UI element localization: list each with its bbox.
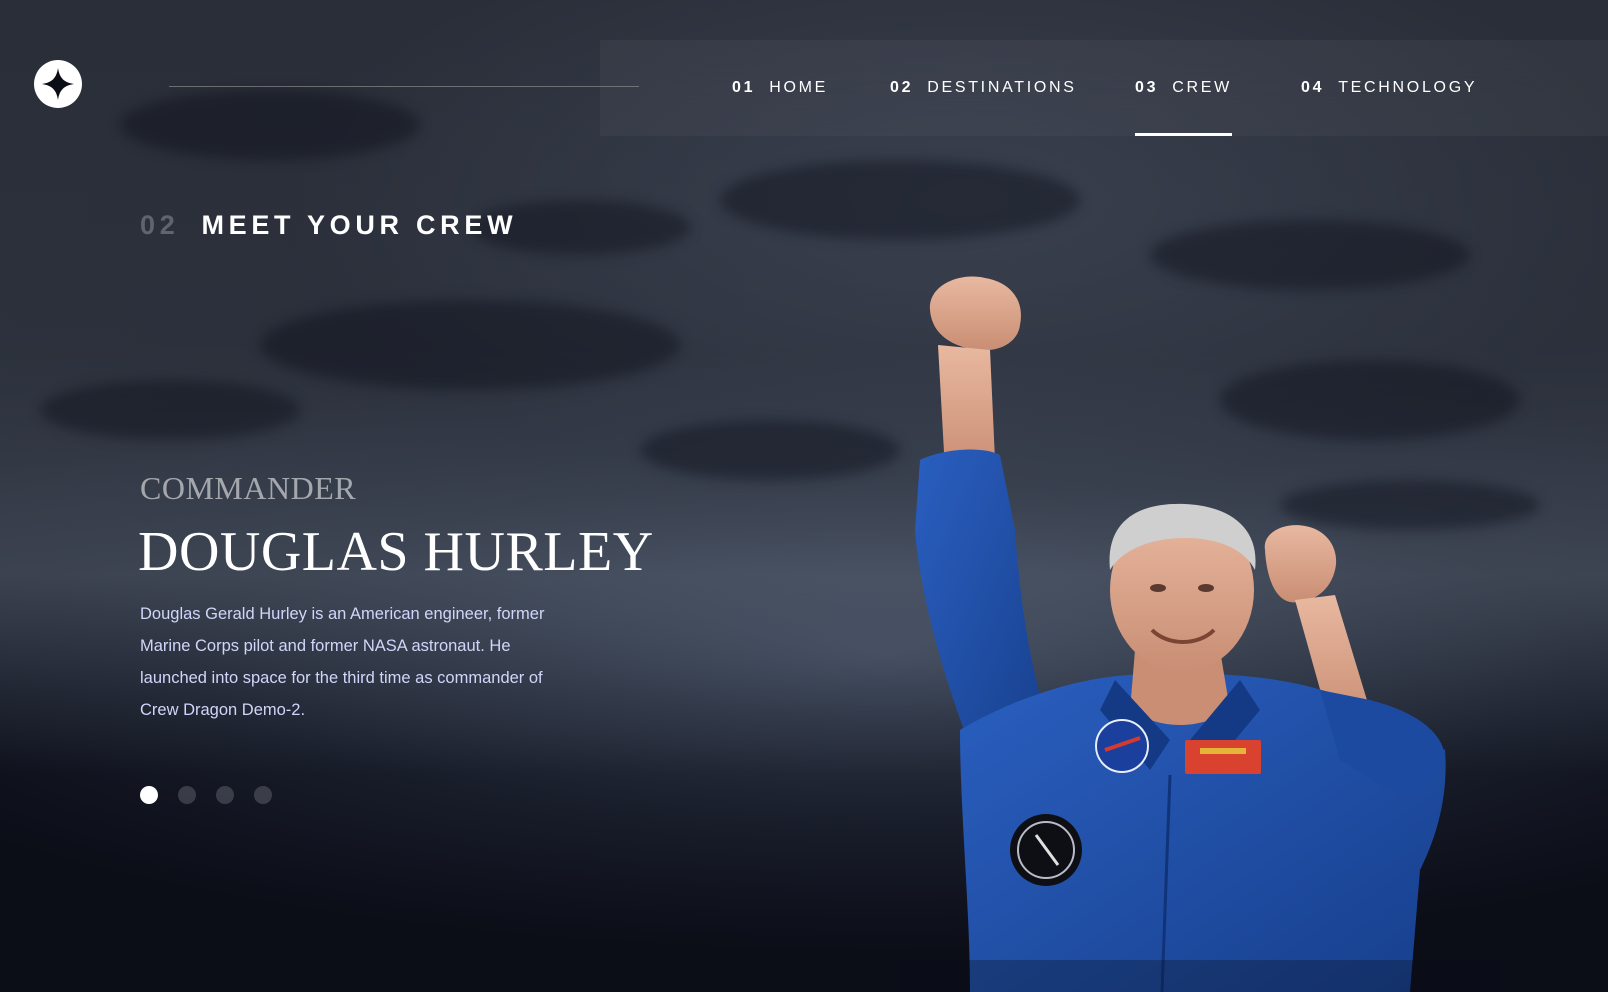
nav-item-technology[interactable]: 04 TECHNOLOGY [1301,40,1477,136]
active-indicator [1135,133,1232,136]
page-title: 02 MEET YOUR CREW [140,210,517,241]
nav-item-number: 01 [732,79,756,96]
nav-item-label: DESTINATIONS [927,79,1077,96]
nav-item-label: TECHNOLOGY [1338,79,1478,96]
nav-item-number: 04 [1301,79,1325,96]
slider-dot-3[interactable] [216,786,234,804]
nav-item-number: 03 [1135,79,1159,96]
nav-item-home[interactable]: 01 HOME [732,40,828,136]
star-logo-icon [42,68,74,100]
page-title-text: MEET YOUR CREW [201,210,518,240]
page-title-number: 02 [140,210,180,240]
header-divider [169,86,639,87]
slider-dot-2[interactable] [178,786,196,804]
nav-item-label: CREW [1172,79,1232,96]
nav-item-number: 02 [890,79,914,96]
nav-item-label: HOME [769,79,829,96]
nav-item-destinations[interactable]: 02 DESTINATIONS [890,40,1077,136]
nav-item-crew[interactable]: 03 CREW [1135,40,1232,136]
crew-role: COMMANDER [140,470,357,506]
crew-name: DOUGLAS HURLEY [138,521,654,583]
crew-portrait [900,276,1500,992]
primary-nav: 01 HOME 02 DESTINATIONS 03 CREW 04 TECHN… [600,40,1608,136]
crew-bio: Douglas Gerald Hurley is an American eng… [140,605,545,719]
crew-slider-dots [140,786,272,804]
slider-dot-1[interactable] [140,786,158,804]
slider-dot-4[interactable] [254,786,272,804]
logo[interactable] [34,60,82,108]
